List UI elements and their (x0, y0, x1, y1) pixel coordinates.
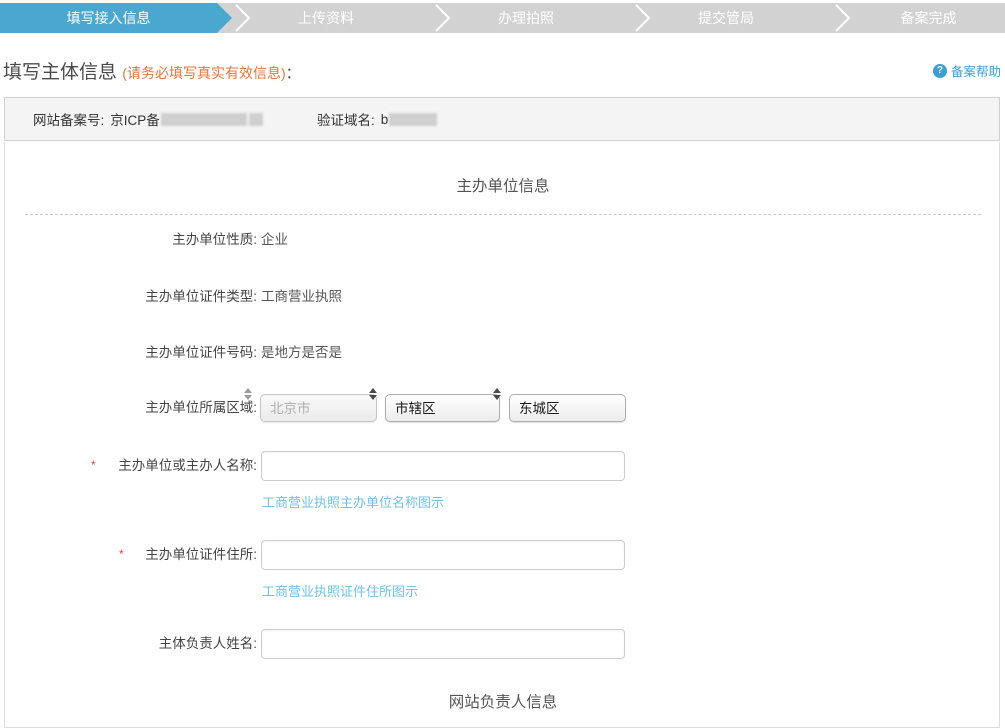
field-row-region: 主办单位所属区域: 北京市 市辖区 东城区 (5, 394, 1001, 424)
region-city-select[interactable]: 市辖区 (385, 394, 500, 422)
redacted-block (249, 113, 263, 126)
page-title-text: 填写主体信息 (3, 62, 117, 83)
required-asterisk: * (119, 542, 124, 566)
page-title-row: 填写主体信息 (请务必填写真实有效信息)： ? 备案帮助 (0, 57, 1005, 85)
owner-name-input[interactable] (261, 629, 625, 659)
step-separator-icon-4 (834, 3, 852, 33)
step-item-1[interactable]: 填写接入信息 (0, 3, 217, 33)
step-label-2: 上传资料 (298, 10, 354, 26)
verify-domain-value: b (381, 112, 389, 127)
field-value-cert-number: 是地方是否是 (261, 341, 342, 365)
redacted-block (389, 113, 437, 126)
step-progress-bar: 填写接入信息 上传资料 办理拍照 提交管局 备案完成 (0, 3, 1005, 33)
record-help-link[interactable]: ? 备案帮助 (933, 61, 1001, 80)
step-separator-icon-1 (234, 3, 252, 33)
field-value-cert-type: 工商营业执照 (261, 285, 342, 309)
step-item-2[interactable]: 上传资料 (252, 3, 400, 33)
field-label-cert-address: 主办单位证件住所: (145, 540, 257, 570)
step-item-3[interactable]: 办理拍照 (452, 3, 600, 33)
step-separator-icon-3 (634, 3, 652, 33)
step-label-3: 办理拍照 (498, 10, 554, 26)
field-label-cert-number: 主办单位证件号码: (145, 341, 257, 365)
field-label-region: 主办单位所属区域: (145, 394, 257, 422)
field-row-owner-name: 主体负责人姓名: (5, 629, 1001, 659)
record-number-item: 网站备案号: 京ICP备 (33, 109, 264, 129)
step-separator-icon-2 (434, 3, 452, 33)
required-asterisk: * (91, 453, 96, 477)
section-title-site-owner: 网站负责人信息 (5, 690, 1001, 712)
region-district-select[interactable]: 东城区 (509, 394, 626, 422)
page-title-note: (请务必填写真实有效信息) (122, 65, 285, 81)
section-divider (25, 214, 981, 215)
cert-address-hint-link[interactable]: 工商营业执照证件住所图示 (262, 581, 418, 600)
cert-address-input[interactable] (261, 540, 625, 570)
field-row-cert-type: 主办单位证件类型: 工商营业执照 (5, 285, 1001, 309)
record-number-label: 网站备案号: (33, 109, 104, 129)
field-row-sponsor-name: * 主办单位或主办人名称: (5, 451, 1001, 481)
page-title: 填写主体信息 (请务必填写真实有效信息)： (3, 57, 301, 84)
section-title-sponsor: 主办单位信息 (5, 174, 1001, 196)
verify-domain-item: 验证域名: b (317, 109, 438, 129)
form-card: 主办单位信息 主办单位性质: 企业 主办单位证件类型: 工商营业执照 主办单位证… (4, 142, 1000, 728)
field-label-cert-type: 主办单位证件类型: (145, 285, 257, 309)
step-label-5: 备案完成 (901, 10, 957, 26)
region-province-select[interactable]: 北京市 (260, 394, 377, 422)
field-label-sponsor-name: 主办单位或主办人名称: (118, 451, 257, 481)
field-row-cert-address: * 主办单位证件住所: (5, 540, 1001, 570)
step-item-4[interactable]: 提交管局 (652, 3, 800, 33)
record-number-value: 京ICP备 (110, 109, 160, 129)
field-row-cert-number: 主办单位证件号码: 是地方是否是 (5, 341, 1001, 365)
field-value-nature: 企业 (261, 228, 288, 252)
page-title-colon: ： (286, 65, 301, 82)
field-label-nature: 主办单位性质: (172, 228, 257, 252)
sponsor-name-hint-link[interactable]: 工商营业执照主办单位名称图示 (262, 492, 444, 511)
step-label-4: 提交管局 (698, 10, 754, 26)
step-item-5[interactable]: 备案完成 (852, 3, 1005, 33)
field-row-nature: 主办单位性质: 企业 (5, 228, 1001, 252)
verify-domain-label: 验证域名: (317, 109, 375, 129)
sponsor-name-input[interactable] (261, 451, 625, 481)
field-label-owner-name: 主体负责人姓名: (159, 629, 257, 659)
question-mark-icon: ? (933, 64, 947, 78)
redacted-block (161, 113, 247, 126)
step-arrow-icon (217, 3, 232, 33)
record-info-bar: 网站备案号: 京ICP备 验证域名: b (4, 97, 1000, 141)
step-label-1: 填写接入信息 (67, 10, 151, 26)
record-help-label: 备案帮助 (951, 61, 1001, 80)
